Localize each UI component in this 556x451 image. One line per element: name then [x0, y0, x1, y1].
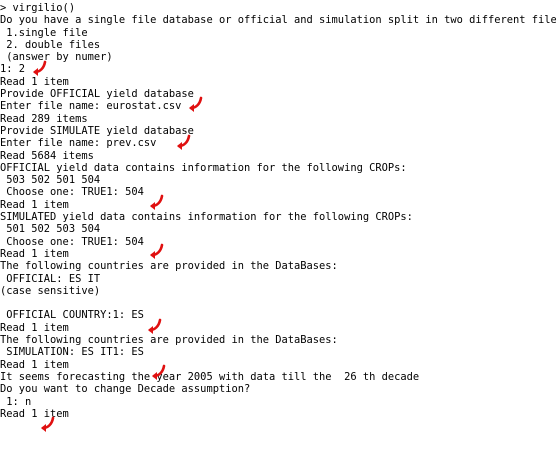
red-curved-arrow-icon: [146, 318, 164, 336]
console-line: Read 1 item: [0, 247, 69, 260]
console-line: 1: n: [0, 395, 32, 408]
red-curved-arrow-icon: [150, 364, 168, 382]
console-line: Read 1 item: [0, 321, 69, 334]
console-line: Read 1 item: [0, 358, 69, 371]
console-line: Read 5684 items: [0, 149, 94, 162]
console-line: It seems forecasting the year 2005 with …: [0, 370, 420, 383]
console-line: Read 1 item: [0, 198, 69, 211]
console-line: > virgilio(): [0, 2, 76, 14]
red-curved-arrow-icon: [31, 60, 49, 78]
console-line: The following countries are provided in …: [0, 334, 338, 347]
console-line: Enter file name: prev.csv: [0, 137, 157, 150]
console-line: Read 1 item: [0, 407, 69, 420]
red-curved-arrow-icon: [148, 243, 166, 261]
console-line: Choose one: TRUE1: 504: [0, 186, 144, 199]
console-line: 1: 2: [0, 63, 26, 76]
console-line: (case sensitive): [0, 284, 101, 297]
red-curved-arrow-icon: [175, 134, 193, 152]
console-line: SIMULATION: ES IT1: ES: [0, 346, 144, 359]
red-curved-arrow-icon: [39, 416, 57, 434]
console-line: (answer by numer): [0, 51, 113, 64]
console-line: Read 289 items: [0, 112, 88, 125]
console-line: 503 502 501 504: [0, 174, 101, 187]
console-line: Provide SIMULATE yield database: [0, 124, 194, 137]
console-line: 2. double files: [0, 38, 101, 51]
console-line: Choose one: TRUE1: 504: [0, 235, 144, 248]
r-console[interactable]: > virgilio() Do you have a single file d…: [0, 0, 556, 451]
console-line: OFFICIAL COUNTRY:1: ES: [0, 309, 144, 322]
red-curved-arrow-icon: [148, 194, 166, 212]
console-line: 1.single file: [0, 26, 88, 39]
console-line: Read 1 item: [0, 75, 69, 88]
console-line: Do you want to change Decade assumption?: [0, 383, 251, 396]
console-line: Provide OFFICIAL yield database: [0, 88, 194, 101]
console-line: OFFICIAL yield data contains information…: [0, 161, 407, 174]
console-line: OFFICIAL: ES IT: [0, 272, 101, 285]
console-line: Do you have a single file database or of…: [0, 14, 556, 27]
red-curved-arrow-icon: [187, 96, 205, 114]
console-line: Enter file name: eurostat.csv: [0, 100, 182, 113]
console-line: 501 502 503 504: [0, 223, 101, 236]
console-line: SIMULATED yield data contains informatio…: [0, 211, 413, 224]
console-line: The following countries are provided in …: [0, 260, 338, 273]
